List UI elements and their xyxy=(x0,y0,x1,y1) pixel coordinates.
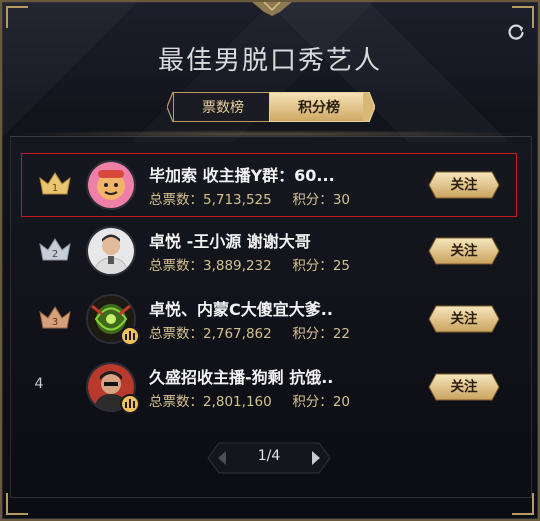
bronze-crown-icon: 3 xyxy=(39,306,71,329)
live-badge xyxy=(120,394,140,414)
points-value: 25 xyxy=(332,258,350,274)
points-label: 积分： xyxy=(292,326,333,342)
follow-button[interactable]: 关注 xyxy=(428,373,500,401)
follow-button[interactable]: 关注 xyxy=(428,305,500,333)
follow-label: 关注 xyxy=(450,177,478,193)
votes-value: 2,801,160 xyxy=(203,394,272,410)
corner-ornament xyxy=(6,6,28,28)
anchor-name: 毕加索 收主播Y群：60... xyxy=(149,166,335,185)
votes-label: 总票数： xyxy=(149,192,203,208)
ranking-tabs: 票数榜 积分榜 xyxy=(167,92,375,122)
tab-points[interactable]: 积分榜 xyxy=(269,92,369,122)
anchor-name: 久盛招收主播-狗剩 抗饿.. xyxy=(149,368,334,387)
list-item[interactable]: 4 久盛招收主播-狗剩 抗饿.. 总票数：2,801,160 积分：20 关注 xyxy=(22,356,516,418)
follow-button[interactable]: 关注 xyxy=(428,237,500,265)
anchor-name: 卓悦、内蒙C大傻宜大爹.. xyxy=(149,300,333,319)
votes-label: 总票数： xyxy=(149,326,203,342)
next-page-icon[interactable] xyxy=(303,446,327,470)
list-item[interactable]: 1 毕加索 收主播Y群：60... 总票数：5,713,525 积分：30 关注 xyxy=(21,153,517,217)
svg-text:1: 1 xyxy=(52,183,58,194)
top-ornament-icon xyxy=(252,2,292,16)
follow-label: 关注 xyxy=(450,311,478,327)
silver-crown-icon: 2 xyxy=(39,238,71,261)
live-bars-icon xyxy=(125,331,135,340)
live-bars-icon xyxy=(125,399,135,408)
points-label: 积分： xyxy=(292,192,333,208)
follow-label: 关注 xyxy=(450,379,478,395)
list-item[interactable]: 3 卓悦、内蒙C大傻宜大爹.. 总票数：2,767,862 积分：22 关注 xyxy=(22,288,516,350)
svg-text:2: 2 xyxy=(52,249,58,260)
votes-label: 总票数： xyxy=(149,394,203,410)
score-line: 总票数：2,801,160 积分：20 xyxy=(149,390,350,410)
votes-value: 5,713,525 xyxy=(203,192,272,208)
tab-cap-right xyxy=(363,92,375,122)
score-line: 总票数：5,713,525 积分：30 xyxy=(149,188,350,208)
avatar-image xyxy=(88,162,134,208)
votes-label: 总票数： xyxy=(149,258,203,274)
points-label: 积分： xyxy=(292,258,333,274)
follow-label: 关注 xyxy=(450,243,478,259)
rank-number: 4 xyxy=(34,376,44,392)
avatar[interactable] xyxy=(86,226,136,276)
leaderboard-panel: 最佳男脱口秀艺人 票数榜 积分榜 1 毕加索 收主播Y群：60... 总票数：5… xyxy=(0,0,540,521)
gold-crown-icon: 1 xyxy=(39,172,71,195)
page-indicator: 1/4 xyxy=(257,448,281,464)
votes-value: 2,767,862 xyxy=(203,326,272,342)
votes-value: 3,889,232 xyxy=(203,258,272,274)
follow-button[interactable]: 关注 xyxy=(428,171,500,199)
score-line: 总票数：3,889,232 积分：25 xyxy=(149,254,350,274)
points-value: 22 xyxy=(332,326,350,342)
pagination: 1/4 xyxy=(207,442,331,474)
tab-votes[interactable]: 票数榜 xyxy=(173,92,273,122)
avatar-image xyxy=(88,228,134,274)
live-badge xyxy=(120,326,140,346)
anchor-name: 卓悦 -王小源 谢谢大哥 xyxy=(149,232,311,251)
points-label: 积分： xyxy=(292,394,333,410)
list-item[interactable]: 2 卓悦 -王小源 谢谢大哥 总票数：3,889,232 积分：25 关注 xyxy=(22,220,516,282)
score-line: 总票数：2,767,862 积分：22 xyxy=(149,322,350,342)
refresh-icon[interactable] xyxy=(506,22,526,42)
svg-text:3: 3 xyxy=(52,317,58,328)
points-value: 30 xyxy=(332,192,350,208)
prev-page-icon[interactable] xyxy=(211,446,235,470)
points-value: 20 xyxy=(332,394,350,410)
avatar[interactable] xyxy=(86,160,136,210)
page-title: 最佳男脱口秀艺人 xyxy=(157,46,382,76)
